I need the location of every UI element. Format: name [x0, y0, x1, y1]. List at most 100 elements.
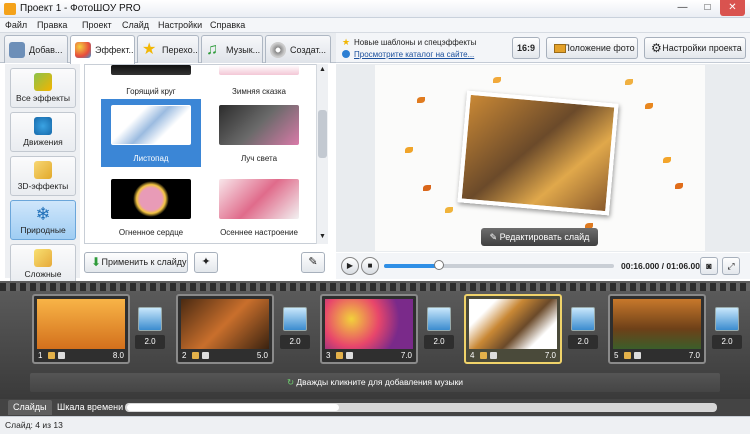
scroll-up-icon[interactable]: ▲: [319, 66, 326, 73]
playback-slider-handle[interactable]: [434, 260, 445, 270]
play-button[interactable]: ▶: [341, 257, 359, 275]
transition-image: [571, 307, 595, 331]
speaker-icon: [58, 352, 65, 359]
pencil-icon: [48, 352, 55, 359]
apply-to-slide-button[interactable]: ⬇ Применить к слайду: [84, 252, 188, 273]
leaf: [625, 79, 633, 85]
transition-thumbnail[interactable]: 2.0: [135, 307, 165, 352]
transition-image: [138, 307, 162, 331]
effect-item[interactable]: Огненное сердце: [101, 173, 201, 241]
pencil-icon: [624, 352, 631, 359]
slide-thumbnail-selected[interactable]: 4 7.0: [464, 294, 562, 364]
player-controls: ▶ ■ 00:16.000 / 01:06.000 ◙ ⤢: [336, 253, 750, 279]
leaf: [445, 207, 453, 213]
transition-thumbnail[interactable]: 2.0: [568, 307, 598, 352]
menu-settings[interactable]: Настройки: [158, 20, 202, 30]
leaf: [675, 183, 683, 189]
effect-item[interactable]: Осеннее настроение: [209, 173, 309, 241]
tab-effects[interactable]: Эффект...: [70, 35, 135, 64]
slide-thumbnail[interactable]: 3 7.0: [320, 294, 418, 364]
slide-image: [325, 299, 413, 349]
menu-edit[interactable]: Правка: [37, 20, 67, 30]
star-icon: ★: [342, 37, 351, 47]
music-note-icon: ♫: [206, 41, 218, 58]
tab-create[interactable]: Создат...: [265, 35, 331, 63]
snowflake-icon: ❄: [35, 204, 51, 224]
maximize-button[interactable]: □: [695, 0, 720, 16]
category-nature[interactable]: ❄ Природные: [10, 200, 76, 240]
music-track[interactable]: ↻ Дважды кликните для добавления музыки: [30, 373, 720, 392]
snapshot-button[interactable]: ◙: [700, 257, 718, 275]
slide-photo: [457, 90, 619, 216]
transition-thumbnail[interactable]: 2.0: [712, 307, 742, 352]
tab-slides[interactable]: Слайды: [8, 400, 52, 415]
folder-photo-icon: [9, 42, 25, 58]
status-bar: Слайд: 4 из 13: [0, 416, 750, 434]
effect-item[interactable]: Луч света: [209, 99, 309, 167]
effect-item-selected[interactable]: Листопад: [101, 99, 201, 167]
tab-transitions[interactable]: ★ Перехо...: [137, 35, 199, 63]
category-all-effects[interactable]: Все эффекты: [10, 68, 76, 108]
slide-image: [613, 299, 701, 349]
slide-thumbnail[interactable]: 1 8.0: [32, 294, 130, 364]
magic-wand-button[interactable]: ✦: [194, 252, 218, 273]
speaker-icon: [634, 352, 641, 359]
transition-thumbnail[interactable]: 2.0: [280, 307, 310, 352]
slide-thumbnail[interactable]: 5 7.0: [608, 294, 706, 364]
leaf: [423, 185, 431, 191]
effect-item[interactable]: Горящий круг: [101, 65, 201, 97]
move-arrows-icon: [34, 117, 52, 135]
speaker-icon: [490, 352, 497, 359]
project-settings-button[interactable]: ⚙ Настройки проекта: [644, 37, 746, 59]
title-bar: Проект 1 - ФотоШОУ PRO — □ ✕: [0, 0, 750, 18]
menu-help[interactable]: Справка: [210, 20, 245, 30]
puzzle-icon: [34, 73, 52, 91]
timeline-scrollbar[interactable]: [125, 403, 717, 412]
magic-wand-icon: ✦: [201, 256, 211, 268]
category-3d[interactable]: 3D-эффекты: [10, 156, 76, 196]
tab-timeline[interactable]: Шкала времени: [52, 400, 128, 415]
stop-button[interactable]: ■: [361, 257, 379, 275]
pencil-icon: ✎: [489, 232, 500, 242]
photo-position-button[interactable]: Положение фото: [546, 37, 638, 59]
effect-thumbnail: [111, 65, 191, 75]
playback-track[interactable]: [384, 264, 614, 268]
close-button[interactable]: ✕: [720, 0, 745, 16]
effect-thumbnail: [219, 105, 299, 145]
scroll-down-icon[interactable]: ▼: [319, 233, 326, 240]
effect-item[interactable]: Зимняя сказка: [209, 65, 309, 97]
effects-grid: Горящий круг Зимняя сказка Листопад Луч …: [84, 64, 328, 244]
slide-image: [37, 299, 125, 349]
scroll-thumb[interactable]: [318, 110, 327, 158]
fullscreen-button[interactable]: ⤢: [722, 257, 740, 275]
window-title: Проект 1 - ФотоШОУ PRO: [20, 3, 141, 14]
brush-icon: ✎: [308, 256, 318, 268]
category-complex[interactable]: Сложные: [10, 244, 76, 284]
effect-thumbnail: [111, 179, 191, 219]
tab-music[interactable]: ♫ Музык...: [201, 35, 263, 63]
palette-icon: [75, 42, 91, 58]
speaker-icon: [346, 352, 353, 359]
transition-image: [427, 307, 451, 331]
pencil-icon: [336, 352, 343, 359]
effects-scrollbar[interactable]: ▲ ▼: [316, 64, 328, 244]
minimize-button[interactable]: —: [670, 0, 695, 16]
catalog-link[interactable]: Просмотрите каталог на сайте...: [354, 50, 474, 59]
preview-toolbar: ★ Новые шаблоны и спецэффекты Просмотрит…: [336, 33, 750, 63]
clear-effect-button[interactable]: ✎: [301, 252, 325, 273]
slide-thumbnail[interactable]: 2 5.0: [176, 294, 274, 364]
globe-icon: [342, 50, 350, 58]
timeline-scroll-thumb[interactable]: [127, 404, 339, 411]
menu-project[interactable]: Проект: [82, 20, 112, 30]
aspect-ratio-button[interactable]: 16:9: [512, 37, 540, 59]
category-motion[interactable]: Движения: [10, 112, 76, 152]
effect-thumbnail: [219, 65, 299, 75]
cube-icon: [34, 161, 52, 179]
transition-thumbnail[interactable]: 2.0: [424, 307, 454, 352]
time-display: 00:16.000 / 01:06.000: [621, 261, 705, 271]
tab-add[interactable]: Добав...: [4, 35, 68, 63]
edit-slide-button[interactable]: ✎ Редактировать слайд: [481, 228, 598, 246]
menu-slide[interactable]: Слайд: [122, 20, 149, 30]
menu-file[interactable]: Файл: [5, 20, 27, 30]
slide-image: [469, 299, 557, 349]
